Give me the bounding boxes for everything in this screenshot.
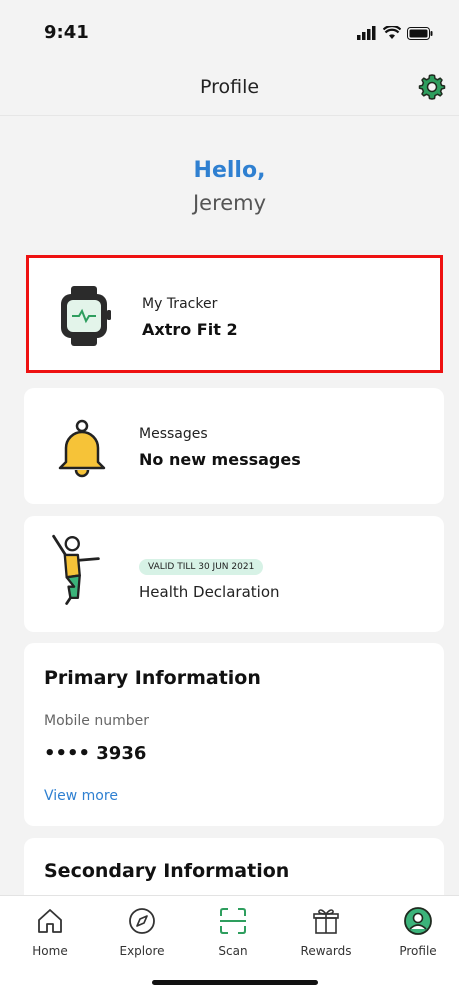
signal-icon [357, 26, 376, 40]
health-label: Health Declaration [139, 583, 280, 601]
tracker-text: My Tracker Axtro Fit 2 [142, 296, 238, 339]
home-indicator [152, 980, 318, 985]
tab-explore[interactable]: Explore [102, 906, 182, 958]
profile-icon [404, 907, 432, 935]
smartwatch-icon [61, 286, 111, 346]
bell-icon [58, 419, 106, 478]
tab-home[interactable]: Home [10, 906, 90, 958]
tab-home-label: Home [32, 944, 68, 958]
tab-scan-label: Scan [218, 944, 248, 958]
valid-badge: VALID TILL 30 JUN 2021 [139, 559, 264, 575]
tracker-card[interactable]: My Tracker Axtro Fit 2 [26, 255, 443, 373]
tab-profile-label: Profile [399, 944, 437, 958]
battery-icon [407, 26, 433, 40]
gear-icon[interactable] [418, 73, 446, 101]
person-stretching-icon [52, 534, 100, 605]
wifi-icon [383, 26, 401, 39]
tab-profile[interactable]: Profile [378, 906, 458, 958]
health-text: VALID TILL 30 JUN 2021 Health Declaratio… [139, 554, 280, 601]
messages-text: Messages No new messages [139, 426, 301, 469]
greeting: Hello, Jeremy [0, 158, 459, 215]
gift-icon [313, 909, 339, 934]
app-header: Profile [0, 60, 459, 116]
tab-rewards[interactable]: Rewards [286, 906, 366, 958]
tracker-label: My Tracker [142, 296, 218, 312]
health-declaration-card[interactable]: VALID TILL 30 JUN 2021 Health Declaratio… [24, 516, 444, 632]
status-icons [357, 26, 433, 40]
tab-bar: Home Explore Scan Rewards Profile [0, 895, 459, 986]
messages-value: No new messages [139, 450, 301, 469]
view-more-link[interactable]: View more [44, 788, 118, 804]
tab-explore-label: Explore [119, 944, 165, 958]
tracker-value: Axtro Fit 2 [142, 320, 238, 339]
secondary-info-title: Secondary Information [44, 860, 290, 882]
status-bar: 9:41 [0, 0, 459, 60]
mobile-number-value: •••• 3936 [44, 743, 147, 764]
scan-icon [220, 908, 246, 934]
tab-rewards-label: Rewards [300, 944, 352, 958]
greeting-hello: Hello, [193, 158, 266, 183]
primary-info-title: Primary Information [44, 667, 261, 689]
messages-card[interactable]: Messages No new messages [24, 388, 444, 504]
compass-icon [129, 908, 155, 934]
primary-info-card: Primary Information Mobile number •••• 3… [24, 643, 444, 826]
home-icon [38, 909, 62, 933]
page-title: Profile [199, 76, 260, 98]
messages-label: Messages [139, 426, 208, 442]
mobile-number-label: Mobile number [44, 713, 150, 729]
greeting-name: Jeremy [192, 191, 267, 215]
status-time: 9:41 [44, 22, 89, 43]
tab-scan[interactable]: Scan [193, 906, 273, 958]
